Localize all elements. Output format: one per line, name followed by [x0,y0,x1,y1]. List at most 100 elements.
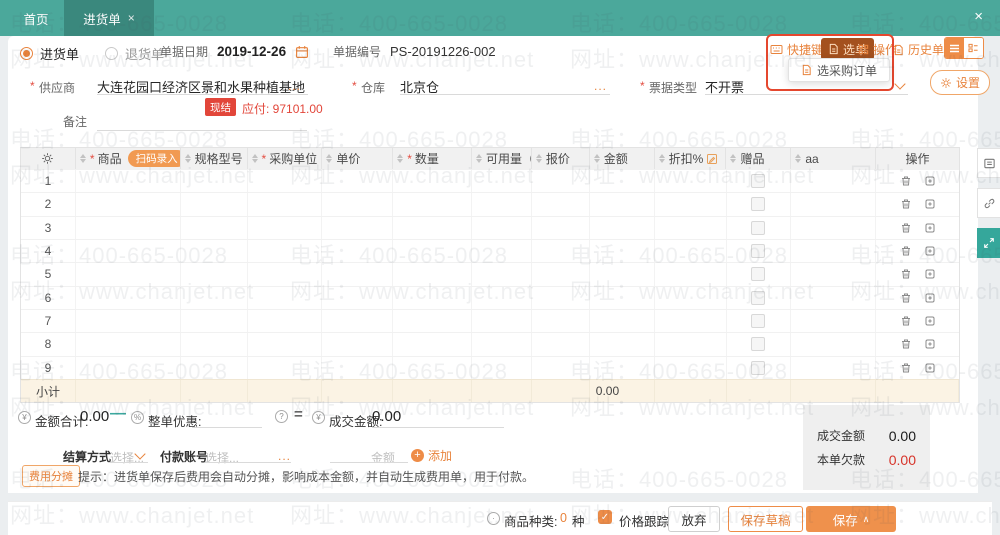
available-cell[interactable] [472,309,532,333]
toolbar-operate[interactable]: 操作 [858,41,897,58]
spec-model-cell[interactable] [181,170,248,193]
purchase-unit-cell[interactable] [248,309,323,333]
amount-cell[interactable] [590,356,655,379]
discount-cell[interactable] [655,170,727,193]
column-header-available[interactable]: 可用量（... [472,148,532,169]
discount-cell[interactable] [655,193,727,216]
gift-checkbox[interactable] [751,337,766,352]
order-discount-input[interactable] [192,427,262,428]
unit-price-cell[interactable] [322,239,394,263]
available-cell[interactable] [472,170,532,193]
insert-row-icon[interactable] [924,362,936,374]
delete-row-icon[interactable] [900,175,912,187]
quote-cell[interactable] [532,333,590,356]
quantity-cell[interactable] [393,286,473,309]
product-cell[interactable] [76,263,181,286]
product-cell[interactable] [76,193,181,216]
page-close-icon[interactable]: × [974,9,983,24]
amount-cell[interactable] [590,193,655,216]
settle-method-underline[interactable] [108,462,148,463]
date-value[interactable]: 2019-12-26 [217,44,286,59]
deal-amount-input-underline[interactable] [372,427,504,428]
purchase-unit-cell[interactable] [248,333,323,356]
delete-row-icon[interactable] [900,292,912,304]
insert-row-icon[interactable] [924,198,936,210]
quote-cell[interactable] [532,216,590,239]
unit-price-cell[interactable] [322,170,394,193]
quantity-cell[interactable] [393,356,473,379]
sort-arrows-icon[interactable] [593,154,600,163]
tab-close-icon[interactable]: × [128,11,135,25]
gift-checkbox[interactable] [751,314,766,329]
available-cell[interactable] [472,193,532,216]
quote-cell[interactable] [532,263,590,286]
purchase-unit-cell[interactable] [248,193,323,216]
pay-amount-underline[interactable] [330,462,408,463]
spec-model-cell[interactable] [181,263,248,286]
select-purchase-order-menu-item[interactable]: 选采购订单 [788,58,890,82]
insert-row-icon[interactable] [924,315,936,327]
pay-account-more-button[interactable]: ... [278,450,291,462]
discount-cell[interactable] [655,333,727,356]
quote-cell[interactable] [532,356,590,379]
pay-account-placeholder[interactable]: 选择... [205,449,239,466]
quote-cell[interactable] [532,286,590,309]
delete-row-icon[interactable] [900,245,912,257]
aa-cell[interactable] [791,309,877,333]
available-cell[interactable] [472,216,532,239]
purchase-unit-cell[interactable] [248,170,323,193]
quote-cell[interactable] [532,309,590,333]
sort-arrows-icon[interactable] [476,154,483,163]
unit-price-cell[interactable] [322,333,394,356]
available-cell[interactable] [472,356,532,379]
column-header-unit-price[interactable]: 单价 [322,148,394,169]
gift-checkbox[interactable] [751,290,766,305]
sort-arrows-icon[interactable] [795,154,802,163]
spec-model-cell[interactable] [181,286,248,309]
quantity-cell[interactable] [393,309,473,333]
insert-row-icon[interactable] [924,292,936,304]
discount-cell[interactable] [655,309,727,333]
aa-cell[interactable] [791,193,877,216]
gift-checkbox[interactable] [751,244,766,259]
bill-type-input-underline[interactable] [705,94,908,95]
column-header-spec-model[interactable]: 规格型号 [181,148,248,169]
product-cell[interactable] [76,170,181,193]
spec-model-cell[interactable] [181,239,248,263]
available-cell[interactable] [472,263,532,286]
sort-arrows-icon[interactable] [184,154,191,163]
product-cell[interactable] [76,309,181,333]
amount-cell[interactable] [590,333,655,356]
sort-arrows-icon[interactable] [397,154,404,163]
sort-arrows-icon[interactable] [79,154,86,163]
discount-cell[interactable] [655,263,727,286]
supplier-more-button[interactable]: ... [288,80,301,92]
spec-model-cell[interactable] [181,216,248,239]
unit-price-cell[interactable] [322,356,394,379]
unit-price-cell[interactable] [322,216,394,239]
gift-checkbox[interactable] [751,360,766,375]
help-icon[interactable]: ? [275,410,288,423]
purchase-unit-cell[interactable] [248,286,323,309]
quantity-cell[interactable] [393,333,473,356]
column-header-gift[interactable]: 赠品 [726,148,792,169]
abandon-button[interactable]: 放弃 [668,506,720,532]
warehouse-more-button[interactable]: ... [594,80,607,92]
gift-checkbox[interactable] [751,267,766,282]
column-header-product[interactable]: * 商品 扫码录入 [76,148,181,169]
amount-cell[interactable] [590,263,655,286]
column-header-amount[interactable]: 金额 [590,148,655,169]
available-cell[interactable] [472,333,532,356]
available-cell[interactable] [472,286,532,309]
calendar-icon[interactable] [295,45,309,59]
pay-amount-placeholder[interactable]: 金额 [371,449,395,466]
available-cell[interactable] [472,239,532,263]
link-side-button[interactable] [977,188,1000,218]
insert-row-icon[interactable] [924,175,936,187]
unit-price-cell[interactable] [322,263,394,286]
save-draft-button[interactable]: 保存草稿 [728,506,803,532]
delete-row-icon[interactable] [900,338,912,350]
insert-row-icon[interactable] [924,222,936,234]
radio-return-order[interactable] [105,47,119,60]
insert-row-icon[interactable] [924,245,936,257]
